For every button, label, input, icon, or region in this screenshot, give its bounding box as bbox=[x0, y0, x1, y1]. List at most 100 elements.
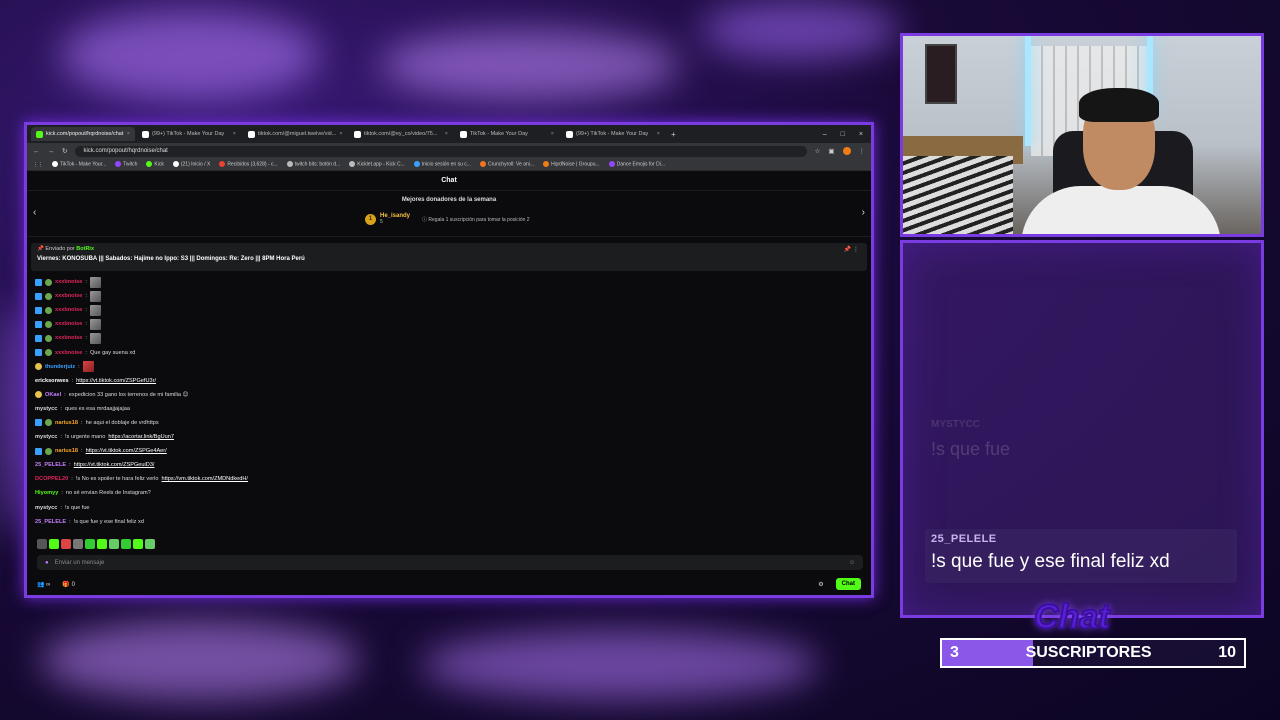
emote-bar bbox=[37, 539, 155, 549]
kick-badge-icon bbox=[35, 419, 42, 427]
forward-icon[interactable]: → bbox=[48, 148, 55, 155]
message-username[interactable]: narius18 bbox=[55, 420, 78, 426]
new-tab-button[interactable]: + bbox=[671, 130, 676, 139]
tab-kick-chat[interactable]: kick.com/popout/hqrdnoise/chat × bbox=[31, 127, 135, 141]
emote-icon[interactable] bbox=[145, 539, 155, 549]
emote-icon[interactable] bbox=[61, 539, 71, 549]
settings-icon[interactable]: ⚙ bbox=[818, 581, 823, 588]
bookmark-item[interactable]: Dance Emojis for Di... bbox=[608, 161, 665, 168]
close-icon[interactable]: × bbox=[445, 131, 448, 137]
chat-title: Chat bbox=[27, 171, 871, 191]
message-username[interactable]: xxxbnoise bbox=[55, 279, 82, 285]
message-username[interactable]: Hiyomyy bbox=[35, 490, 58, 496]
url-field[interactable]: kick.com/popout/hqrdnoise/chat bbox=[75, 145, 807, 157]
tab-tiktok[interactable]: (99+) TikTok - Make Your Day × bbox=[561, 127, 665, 141]
emote-icon[interactable] bbox=[49, 539, 59, 549]
star-icon[interactable]: ☆ bbox=[815, 147, 821, 155]
tab-tiktok[interactable]: (99+) TikTok - Make Your Day × bbox=[137, 127, 241, 141]
message-username[interactable]: 25_PELELE bbox=[35, 519, 66, 525]
tab-tiktok[interactable]: TikTok - Make Your Day × bbox=[455, 127, 559, 141]
kick-badge-icon bbox=[35, 306, 42, 314]
chevron-right-icon[interactable]: › bbox=[862, 207, 865, 218]
sub-badge-icon bbox=[45, 320, 52, 328]
message-username[interactable]: xxxbnoise bbox=[55, 293, 82, 299]
message-username[interactable]: thunderjuiz bbox=[45, 364, 75, 370]
pin-icon[interactable]: 📌 ⋮ bbox=[844, 246, 859, 253]
message-link[interactable]: https://vt.tiktok.com/ZSPGe4Aer/ bbox=[86, 448, 167, 454]
bookmark-item[interactable]: HqrdNoise | Groupu... bbox=[543, 161, 600, 168]
apps-icon[interactable]: ⋮⋮ bbox=[33, 162, 43, 168]
minimize-button[interactable]: – bbox=[823, 131, 827, 138]
goal-current: 3 bbox=[950, 644, 959, 661]
bookmark-item[interactable]: Kick bbox=[146, 161, 164, 168]
message-text: Que gay suena xd bbox=[89, 349, 136, 356]
fading-username: MYSTYCC bbox=[931, 419, 980, 430]
message-username[interactable]: xxxbnoise bbox=[55, 321, 82, 327]
background-swirl bbox=[420, 630, 820, 700]
close-icon[interactable]: × bbox=[339, 131, 342, 137]
message-link[interactable]: https://vt.tiktok.com/ZSPGeuiD3/ bbox=[74, 462, 155, 468]
message-username[interactable]: 25_PELELE bbox=[35, 462, 66, 468]
donor-name[interactable]: He_isandy bbox=[380, 213, 410, 219]
message-username[interactable]: xxxbnoise bbox=[55, 335, 82, 341]
message-link[interactable]: https://acortar.link/BgUun7 bbox=[108, 434, 174, 440]
bookmark-item[interactable]: Inicio sesión en su c... bbox=[413, 161, 471, 168]
chat-message: xxxbnoise: bbox=[35, 289, 863, 303]
menu-icon[interactable]: ⋮ bbox=[859, 147, 866, 155]
emote-icon[interactable] bbox=[85, 539, 95, 549]
message-username[interactable]: xxxbnoise bbox=[55, 350, 82, 356]
donor-amount: 5 bbox=[380, 219, 383, 225]
close-icon[interactable]: × bbox=[233, 131, 236, 137]
bookmark-item[interactable]: Crunchyroll: Ve ani... bbox=[479, 161, 534, 168]
emote-icon[interactable] bbox=[73, 539, 83, 549]
message-username[interactable]: xxxbnoise bbox=[55, 307, 82, 313]
bookmark-item[interactable]: twitch bits: botón d... bbox=[286, 161, 340, 168]
bookmark-item[interactable]: TikTok - Make Your... bbox=[52, 161, 106, 168]
bookmark-item[interactable]: Kicklet.app - Kick C... bbox=[349, 161, 405, 168]
close-icon[interactable]: × bbox=[551, 131, 554, 137]
emote-image bbox=[89, 304, 101, 316]
message-username[interactable]: DCOPPEL20 bbox=[35, 476, 68, 482]
send-chat-button[interactable]: Chat bbox=[835, 578, 861, 590]
separator: : bbox=[78, 363, 80, 370]
bookmark-item[interactable]: Recibidos (3,628) - c... bbox=[219, 161, 278, 168]
message-username[interactable]: ericksonwes bbox=[35, 378, 69, 384]
tab-tiktok-video[interactable]: tiktok.com/@ey_co/video/75... × bbox=[349, 127, 453, 141]
message-username[interactable]: mystycc bbox=[35, 406, 57, 412]
microphone-icon[interactable]: ● bbox=[45, 560, 49, 566]
message-input[interactable]: ● Enviar un mensaje ☺ bbox=[37, 555, 863, 570]
message-link[interactable]: https://vm.tiktok.com/ZMDNdkedH/ bbox=[162, 476, 248, 482]
kick-badge-icon bbox=[35, 320, 42, 328]
extensions-icon[interactable]: ▣ bbox=[828, 147, 834, 155]
message-username[interactable]: mystycc bbox=[35, 434, 57, 440]
emote-icon[interactable] bbox=[97, 539, 107, 549]
poster bbox=[925, 44, 957, 104]
message-username[interactable]: narius18 bbox=[55, 448, 78, 454]
emote-icon[interactable] bbox=[133, 539, 143, 549]
close-icon[interactable]: × bbox=[657, 131, 660, 137]
close-window-button[interactable]: × bbox=[859, 131, 863, 138]
emote-icon[interactable] bbox=[121, 539, 131, 549]
tab-tiktok-video[interactable]: tiktok.com/@miguel.twelve/vid... × bbox=[243, 127, 347, 141]
emote-icon[interactable] bbox=[37, 539, 47, 549]
pinned-text: Viernes: KONOSUBA ||| Sabados: Hajime no… bbox=[37, 256, 305, 262]
back-icon[interactable]: ← bbox=[33, 148, 40, 155]
separator: : bbox=[71, 377, 74, 384]
separator: : bbox=[71, 476, 73, 483]
profile-avatar[interactable] bbox=[842, 147, 851, 155]
sub-badge-icon bbox=[45, 447, 52, 455]
chat-messages: xxxbnoise: xxxbnoise: xxxbnoise: xxxbnoise:… bbox=[27, 271, 871, 533]
message-username[interactable]: mystycc bbox=[35, 505, 57, 511]
close-icon[interactable]: × bbox=[127, 131, 130, 137]
message-username[interactable]: OKael bbox=[45, 392, 61, 398]
emoji-icon[interactable]: ☺ bbox=[849, 560, 855, 566]
reload-icon[interactable]: ↻ bbox=[62, 147, 67, 155]
message-link[interactable]: https://vt.tiktok.com/ZSPGefU3r/ bbox=[76, 378, 156, 384]
bookmark-item[interactable]: Twitch bbox=[115, 161, 137, 168]
chat-message: narius18: https://vt.tiktok.com/ZSPGe4Aer… bbox=[35, 444, 863, 458]
sub-badge-icon bbox=[45, 419, 52, 427]
chevron-left-icon[interactable]: ‹ bbox=[33, 207, 36, 218]
bookmark-item[interactable]: (21) Inicio / X bbox=[172, 161, 210, 168]
maximize-button[interactable]: □ bbox=[841, 131, 845, 138]
emote-icon[interactable] bbox=[109, 539, 119, 549]
